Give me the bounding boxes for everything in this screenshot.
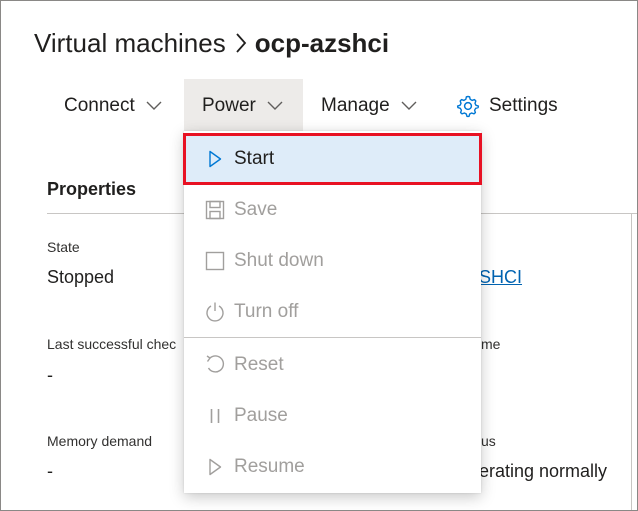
menu-item-shut-down[interactable]: Shut down	[184, 236, 481, 286]
host-link[interactable]: SHCI	[479, 267, 522, 288]
menu-item-label: Pause	[234, 405, 288, 426]
divider	[631, 213, 632, 510]
breadcrumb-virtual-machines[interactable]: Virtual machines	[34, 28, 226, 59]
status-label: us	[481, 433, 496, 449]
connect-menu-button[interactable]: Connect	[46, 79, 181, 133]
uptime-label: me	[481, 336, 501, 352]
chevron-down-icon	[401, 101, 417, 111]
chevron-right-icon	[235, 32, 247, 54]
memory-demand-value: -	[47, 461, 53, 481]
power-dropdown-menu: Start Save Shut down Turn off Reset Paus…	[183, 131, 482, 493]
shutdown-icon	[205, 250, 225, 272]
menu-item-save[interactable]: Save	[184, 185, 481, 235]
menu-item-pause[interactable]: Pause	[184, 391, 481, 441]
page-title: ocp-azshci	[254, 27, 390, 58]
chevron-down-icon	[267, 101, 283, 111]
reset-icon	[205, 354, 225, 376]
save-icon	[205, 199, 225, 221]
memory-demand-label: Memory demand	[47, 433, 153, 449]
last-checkpoint-label: Last successful chec	[47, 336, 177, 352]
menu-item-label: Shut down	[234, 250, 324, 271]
gear-icon	[456, 94, 480, 118]
breadcrumb: Virtual machines ocp-azshci	[34, 23, 389, 63]
menu-item-label: Reset	[234, 354, 284, 375]
play-icon	[205, 456, 225, 478]
connect-label: Connect	[64, 95, 135, 116]
menu-item-label: Start	[234, 148, 275, 169]
properties-heading: Properties	[47, 179, 137, 199]
menu-divider	[184, 337, 481, 338]
manage-label: Manage	[321, 95, 390, 116]
status-value: erating normally	[479, 461, 608, 481]
power-menu-button[interactable]: Power	[184, 79, 303, 133]
menu-item-reset[interactable]: Reset	[184, 340, 481, 390]
state-value: Stopped	[47, 267, 115, 287]
manage-menu-button[interactable]: Manage	[303, 79, 443, 133]
vm-overview-panel: Virtual machines ocp-azshci Connect Powe…	[0, 0, 638, 511]
chevron-down-icon	[146, 101, 162, 111]
menu-item-turn-off[interactable]: Turn off	[184, 287, 481, 337]
power-label: Power	[202, 95, 256, 116]
settings-label: Settings	[489, 95, 558, 116]
state-label: State	[47, 239, 80, 255]
menu-item-resume[interactable]: Resume	[184, 442, 481, 492]
menu-item-label: Resume	[234, 456, 305, 477]
settings-button[interactable]: Settings	[456, 79, 586, 133]
menu-item-label: Turn off	[234, 301, 299, 322]
pause-icon	[205, 405, 225, 427]
menu-item-label: Save	[234, 199, 278, 220]
menu-item-start[interactable]: Start	[183, 133, 482, 185]
last-checkpoint-value: -	[47, 365, 53, 385]
play-icon	[205, 148, 225, 170]
power-icon	[205, 301, 225, 323]
